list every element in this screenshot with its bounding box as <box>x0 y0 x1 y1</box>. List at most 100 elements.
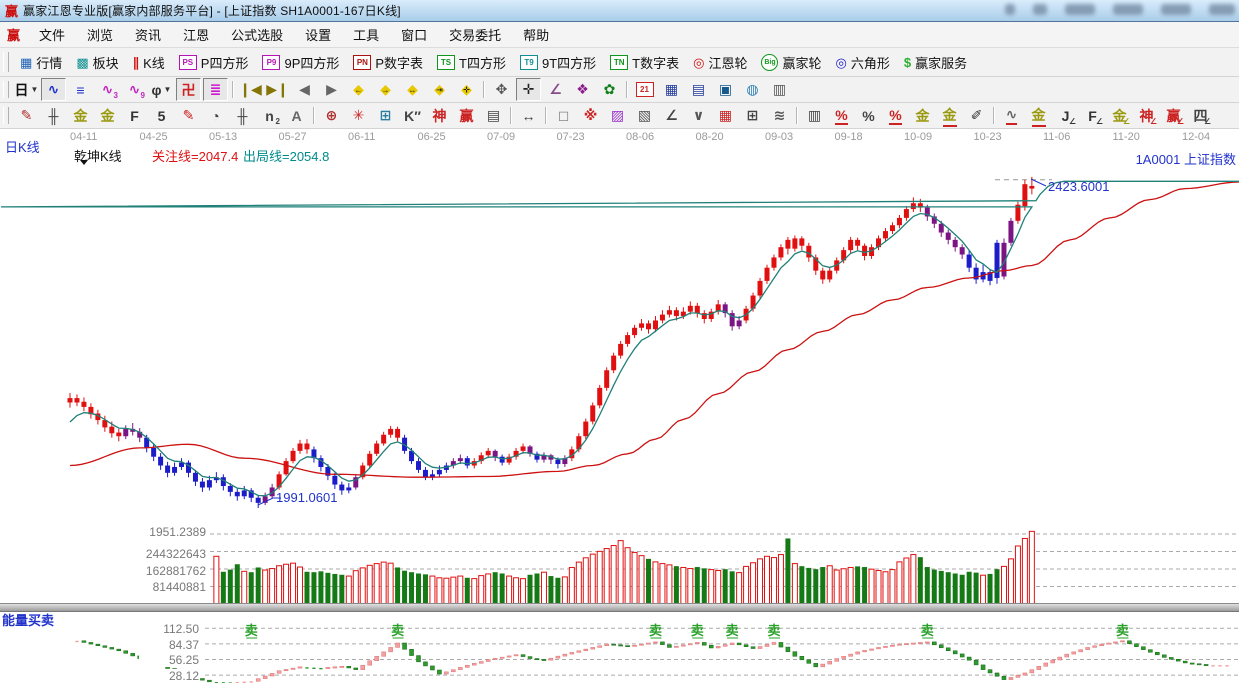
si-angle-icon[interactable]: 四∠ <box>1188 104 1213 127</box>
menu-item-9[interactable]: 帮助 <box>512 23 560 46</box>
send-web-icon[interactable]: ◍ <box>740 78 765 101</box>
diamond-left-icon[interactable]: ◆← <box>346 78 371 101</box>
kline-list-icon[interactable]: ≡ <box>68 78 93 101</box>
diamond-right-icon[interactable]: ◆→ <box>373 78 398 101</box>
rays-icon[interactable]: ※ <box>578 104 603 127</box>
p-square-button[interactable]: PSP四方形 <box>172 51 256 74</box>
quotes-button[interactable]: ▦行情 <box>13 51 69 74</box>
toolbar-gripper[interactable] <box>3 81 9 99</box>
kline-chart[interactable]: 卖卖卖卖卖卖卖卖 <box>0 129 1239 683</box>
volume-profile-icon[interactable]: ≣ <box>203 78 228 101</box>
print-icon[interactable]: ▥ <box>767 78 792 101</box>
grid-shift-icon[interactable]: ⊞ <box>740 104 765 127</box>
shen-angle-icon[interactable]: 神∠ <box>1134 104 1159 127</box>
ruler-123-icon[interactable]: ▤ <box>481 104 506 127</box>
9p-square-button[interactable]: P99P四方形 <box>255 51 346 74</box>
winner-wheel-button[interactable]: Big赢家轮 <box>754 51 828 74</box>
red-pen-icon[interactable]: ✎ <box>176 104 201 127</box>
menu-item-5[interactable]: 设置 <box>294 23 342 46</box>
star-web-icon[interactable]: ✳ <box>346 104 371 127</box>
calculator-icon[interactable]: ▦ <box>659 78 684 101</box>
t-table-button[interactable]: TNT数字表 <box>603 51 686 74</box>
last-page-icon[interactable]: ▶❙ <box>265 78 290 101</box>
chart-area[interactable]: 卖卖卖卖卖卖卖卖 日K线 04-1104-2505-1305-2706-1106… <box>0 129 1239 683</box>
window-control-blurred-1[interactable] <box>1033 4 1047 15</box>
window-control-blurred-3[interactable] <box>1113 4 1143 15</box>
angle-measure-icon[interactable]: ∠ <box>543 78 568 101</box>
wave-9-icon[interactable]: ∿9 <box>122 78 147 101</box>
percent-angle-icon[interactable]: % <box>829 104 854 127</box>
menu-item-3[interactable]: 江恩 <box>172 23 220 46</box>
window-control-blurred-5[interactable] <box>1209 4 1235 15</box>
grid-red-icon[interactable]: ▦ <box>713 104 738 127</box>
window-control-blurred-0[interactable] <box>1005 4 1015 15</box>
gold-angle-icon[interactable]: 金∠ <box>1107 104 1132 127</box>
menu-item-1[interactable]: 浏览 <box>76 23 124 46</box>
a-divider-icon[interactable]: A <box>284 104 309 127</box>
pane-period-label[interactable]: 日K线 <box>5 137 40 156</box>
pan-hand-icon[interactable]: ✥ <box>489 78 514 101</box>
p-table-button[interactable]: PNP数字表 <box>346 51 430 74</box>
menu-item-8[interactable]: 交易委托 <box>438 23 512 46</box>
window-control-blurred-4[interactable] <box>1161 4 1191 15</box>
rays-box2-icon[interactable]: ▧ <box>632 104 657 127</box>
gold-circle-icon[interactable]: 金 <box>910 104 935 127</box>
square-tool-icon[interactable]: ◻ <box>551 104 576 127</box>
window-control-blurred-2[interactable] <box>1065 4 1095 15</box>
window-titlebar[interactable]: 赢 赢家江恩专业版[赢家内部服务平台] - [上证指数 SH1A0001-167… <box>0 0 1239 22</box>
f-angle-icon[interactable]: F∠ <box>1080 104 1105 127</box>
menu-item-4[interactable]: 公式选股 <box>220 23 294 46</box>
qiankun-wave-icon[interactable]: ∿ <box>41 78 66 101</box>
9t-square-button[interactable]: T99T四方形 <box>513 51 603 74</box>
v-wave-icon[interactable]: ∨ <box>686 104 711 127</box>
kline-button[interactable]: ∥K线 <box>126 51 172 74</box>
wave-3-icon[interactable]: ∿3 <box>95 78 120 101</box>
notepad-icon[interactable]: ▤ <box>686 78 711 101</box>
k-note-icon[interactable]: K″ <box>400 104 425 127</box>
spiral-icon[interactable]: ✿ <box>597 78 622 101</box>
window-controls-blurred[interactable] <box>1005 4 1235 15</box>
rays-box-icon[interactable]: ▨ <box>605 104 630 127</box>
sectors-button[interactable]: ▩板块 <box>69 51 125 74</box>
period-day-dropdown[interactable]: 日▼ <box>14 78 39 101</box>
first-page-icon[interactable]: ❙◀ <box>238 78 263 101</box>
symbol-label[interactable]: 1A0001 上证指数 <box>1136 149 1236 168</box>
ink-pen-icon[interactable]: ✐ <box>964 104 989 127</box>
toolbar-gripper[interactable] <box>3 107 9 125</box>
five-ruler-icon[interactable]: 5 <box>149 104 174 127</box>
gann-grid-icon[interactable]: 卍 <box>176 78 201 101</box>
crosshair-icon[interactable]: ✛ <box>516 78 541 101</box>
next-page-icon[interactable]: ▶ <box>319 78 344 101</box>
width-measure-icon[interactable]: ↔ <box>516 104 541 127</box>
diamond-expand-icon[interactable]: ◆✛ <box>454 78 479 101</box>
compass-icon[interactable]: ⊕ <box>319 104 344 127</box>
t-square-button[interactable]: TST四方形 <box>430 51 513 74</box>
ying-box-icon[interactable]: 赢 <box>454 104 479 127</box>
gold-red-underline-icon[interactable]: 金 <box>1026 104 1051 127</box>
indicator-name-label[interactable]: 能量买卖 <box>2 610 54 629</box>
tick-ruler-icon[interactable]: ╫ <box>41 104 66 127</box>
calendar-21-icon[interactable]: 21 <box>632 78 657 101</box>
volume-ladder-icon[interactable]: ▥ <box>802 104 827 127</box>
toolbar-gripper[interactable] <box>3 52 9 72</box>
gold-line2-icon[interactable]: 金 <box>95 104 120 127</box>
tick-ruler2-icon[interactable]: ╫ <box>230 104 255 127</box>
pen-knife-icon[interactable]: ✎ <box>14 104 39 127</box>
candle-style-dropdown[interactable]: φ▼ <box>149 78 174 101</box>
winner-service-button[interactable]: $赢家服务 <box>897 51 974 74</box>
pane-divider[interactable] <box>0 603 1239 612</box>
gann-flag-icon[interactable]: ❖ <box>570 78 595 101</box>
diamond-hstretch-icon[interactable]: ◆↔ <box>400 78 425 101</box>
diamond-compress-icon[interactable]: ◆⇥ <box>427 78 452 101</box>
hexagon-button[interactable]: ◎六角形 <box>829 51 897 74</box>
slant-lines-icon[interactable]: ≋ <box>767 104 792 127</box>
gold-line-icon[interactable]: 金 <box>68 104 93 127</box>
menu-item-2[interactable]: 资讯 <box>124 23 172 46</box>
angle-fan-icon[interactable]: ∠ <box>659 104 684 127</box>
menu-item-7[interactable]: 窗口 <box>390 23 438 46</box>
j-angle-icon[interactable]: J∠ <box>1053 104 1078 127</box>
ying-angle-icon[interactable]: 赢∠ <box>1161 104 1186 127</box>
web-box-icon[interactable]: ⊞ <box>373 104 398 127</box>
kline-style-dropdown-icon[interactable] <box>80 160 88 165</box>
gold-underline-icon[interactable]: 金 <box>937 104 962 127</box>
